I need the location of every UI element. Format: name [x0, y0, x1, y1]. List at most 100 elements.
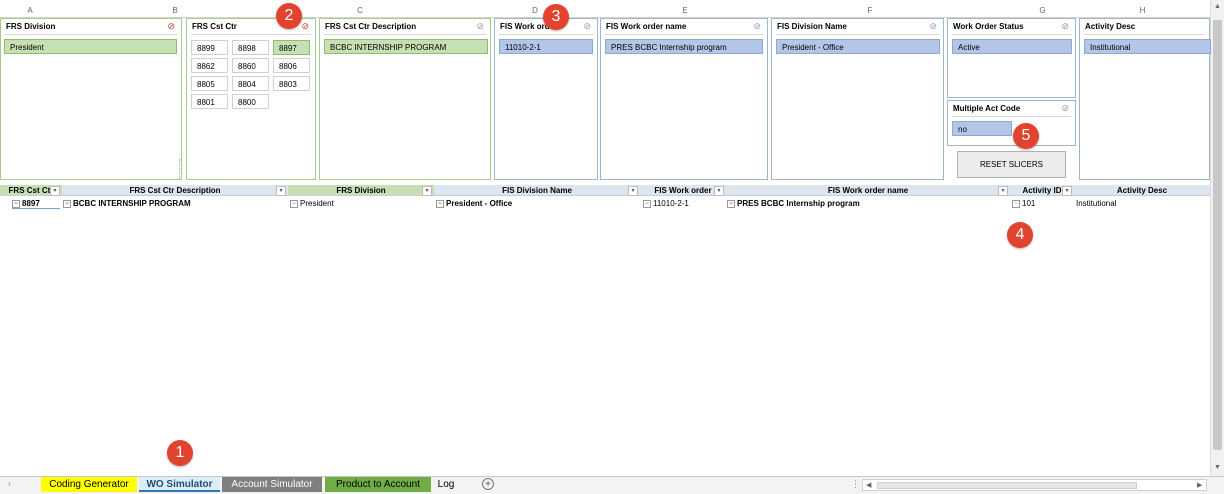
slicer-item-institutional[interactable]: Institutional [1084, 39, 1211, 54]
slicer-item-8803[interactable]: 8803 [273, 76, 310, 91]
column-header-c[interactable]: C [290, 4, 430, 18]
dropdown-icon[interactable]: ▾ [276, 186, 286, 196]
pivot-header-frs-division[interactable]: FRS Division ▾ [288, 185, 434, 196]
pivot-header-fis-division-name[interactable]: FIS Division Name ▾ [434, 185, 640, 196]
slicer-frs-division[interactable]: FRS Division ⊘ President [0, 18, 182, 180]
clear-filter-icon[interactable]: ⊘ [167, 21, 175, 32]
sheet-nav-icon[interactable]: › [8, 479, 11, 488]
slicer-item-bcbc-internship[interactable]: BCBC INTERNSHIP PROGRAM [324, 39, 488, 54]
sheet-tab-account-simulator[interactable]: Account Simulator [222, 477, 322, 492]
pivot-cell-fis-division-name[interactable]: − President - Office [436, 198, 640, 209]
slicer-item-8804[interactable]: 8804 [232, 76, 269, 91]
sheet-tab-log[interactable]: Log [433, 477, 459, 492]
dropdown-icon[interactable]: ▾ [1062, 186, 1072, 196]
column-header-g[interactable]: G [1010, 4, 1075, 18]
slicer-fis-work-order[interactable]: FIS Work order ⊘ 11010-2-1 [494, 18, 598, 180]
add-sheet-icon[interactable]: + [482, 478, 494, 490]
slicer-title: FRS Division [6, 22, 56, 31]
pivot-cell-frs-cst-ctr[interactable]: −8897 [12, 198, 60, 209]
clear-filter-icon[interactable]: ⊘ [1061, 21, 1069, 32]
slicer-frs-cst-ctr[interactable]: FRS Cst Ctr ⊘ 8899 8898 8897 8862 8860 8… [186, 18, 316, 180]
sheet-tab-product-to-account[interactable]: Product to Account [325, 477, 431, 492]
collapse-icon[interactable]: − [436, 199, 444, 208]
collapse-icon[interactable]: − [63, 199, 71, 208]
slicer-item-11010-2-1[interactable]: 11010-2-1 [499, 39, 593, 54]
collapse-icon[interactable]: − [1012, 199, 1020, 208]
divider [605, 34, 763, 35]
slicer-item-8898[interactable]: 8898 [232, 40, 269, 55]
reset-slicers-button[interactable]: RESET SLICERS [957, 151, 1066, 178]
slicer-item-8806[interactable]: 8806 [273, 58, 310, 73]
slicer-fis-division-name[interactable]: FIS Division Name ⊘ President - Office [771, 18, 944, 180]
slicer-item-8805[interactable]: 8805 [191, 76, 228, 91]
dropdown-icon[interactable]: ▾ [714, 186, 724, 196]
slicer-item-8897[interactable]: 8897 [273, 40, 310, 55]
filter-icon[interactable]: ▾ [50, 186, 60, 196]
slicer-work-order-status[interactable]: Work Order Status ⊘ Active [947, 18, 1076, 98]
slicer-item-president-office[interactable]: President - Office [776, 39, 940, 54]
vertical-scrollbar[interactable]: ▲ ▼ [1210, 0, 1224, 476]
slicer-title: Multiple Act Code [953, 104, 1021, 113]
column-header-a[interactable]: A [0, 4, 60, 18]
dropdown-icon[interactable]: ▾ [998, 186, 1008, 196]
clear-filter-icon[interactable]: ⊘ [301, 21, 309, 32]
column-header-h[interactable]: H [1075, 4, 1210, 18]
clear-filter-icon[interactable]: ⊘ [583, 21, 591, 32]
pivot-cell-fis-work-order-name[interactable]: − PRES BCBC Internship program [727, 198, 1010, 209]
scroll-up-icon[interactable]: ▲ [1214, 3, 1221, 10]
header-label: FRS Cst Ctr Description [129, 186, 221, 195]
header-label: Activity Desc [1116, 186, 1168, 195]
scroll-thumb[interactable] [877, 482, 1137, 489]
filter-icon[interactable]: ▾ [422, 186, 432, 196]
slicer-activity-desc[interactable]: Activity Desc Institutional [1079, 18, 1211, 180]
collapse-icon[interactable]: − [290, 199, 298, 208]
scroll-right-icon[interactable]: ▶ [1197, 481, 1202, 489]
slicer-item-no[interactable]: no [952, 121, 1012, 136]
header-label: FRS Division [336, 186, 386, 195]
scroll-thumb[interactable] [1213, 20, 1222, 450]
scroll-down-icon[interactable]: ▼ [1214, 464, 1221, 471]
collapse-icon[interactable]: − [12, 199, 20, 208]
clear-filter-icon[interactable]: ⊘ [929, 21, 937, 32]
slicer-item-active[interactable]: Active [952, 39, 1072, 54]
pivot-header-fis-work-order-name[interactable]: FIS Work order name ▾ [726, 185, 1010, 196]
pivot-cell-fis-work-order[interactable]: −11010-2-1 [643, 198, 727, 209]
slicer-item-8899[interactable]: 8899 [191, 40, 228, 55]
resize-handle[interactable] [179, 159, 182, 179]
pivot-cell-activity-id[interactable]: −101 [1012, 198, 1074, 209]
pivot-header-activity-id[interactable]: Activity ID ▾ [1010, 185, 1074, 196]
pivot-header-activity-desc[interactable]: Activity Desc [1074, 185, 1210, 196]
collapse-icon[interactable]: − [727, 199, 735, 208]
scroll-left-icon[interactable]: ◀ [866, 481, 871, 489]
pivot-cell-activity-desc[interactable]: Institutional [1076, 198, 1210, 209]
column-header-b[interactable]: B [60, 4, 290, 18]
slicer-multiple-act-code[interactable]: Multiple Act Code ⊘ no [947, 100, 1076, 146]
slicer-item-president[interactable]: President [4, 39, 177, 54]
sheet-tab-coding-generator[interactable]: Coding Generator [41, 477, 137, 492]
collapse-icon[interactable]: − [643, 199, 651, 208]
column-header-d[interactable]: D [430, 4, 640, 18]
slicer-item-pres-bcbc[interactable]: PRES BCBC Internship program [605, 39, 763, 54]
horizontal-scrollbar[interactable]: ◀ ▶ [862, 479, 1207, 491]
slicer-fis-work-order-name[interactable]: FIS Work order name ⊘ PRES BCBC Internsh… [600, 18, 768, 180]
column-header-e[interactable]: E [640, 4, 730, 18]
slicer-item-8860[interactable]: 8860 [232, 58, 269, 73]
column-header-f[interactable]: F [730, 4, 1010, 18]
slicer-item-8800[interactable]: 8800 [232, 94, 269, 109]
clear-filter-icon[interactable]: ⊘ [476, 21, 484, 32]
dropdown-icon[interactable]: ▾ [628, 186, 638, 196]
clear-filter-icon[interactable]: ⊘ [1061, 103, 1069, 114]
pivot-cell-frs-division[interactable]: − President [290, 198, 434, 209]
slicer-item-8801[interactable]: 8801 [191, 94, 228, 109]
slicer-frs-cst-ctr-description[interactable]: FRS Cst Ctr Description ⊘ BCBC INTERNSHI… [319, 18, 491, 180]
pivot-header-frs-cst-ctr[interactable]: FRS Cst Ctr ▾ [0, 185, 62, 196]
clear-filter-icon[interactable]: ⊘ [753, 21, 761, 32]
split-handle[interactable]: ⋮ [851, 479, 860, 490]
sheet-tab-wo-simulator[interactable]: WO Simulator [139, 477, 220, 492]
slicer-item-8862[interactable]: 8862 [191, 58, 228, 73]
pivot-header-frs-cst-ctr-description[interactable]: FRS Cst Ctr Description ▾ [62, 185, 288, 196]
pivot-header-fis-work-order[interactable]: FIS Work order ▾ [640, 185, 726, 196]
pivot-cell-frs-cst-ctr-description[interactable]: − BCBC INTERNSHIP PROGRAM [63, 198, 287, 209]
cell-value: Institutional [1076, 199, 1117, 208]
cell-value: President [300, 199, 334, 208]
